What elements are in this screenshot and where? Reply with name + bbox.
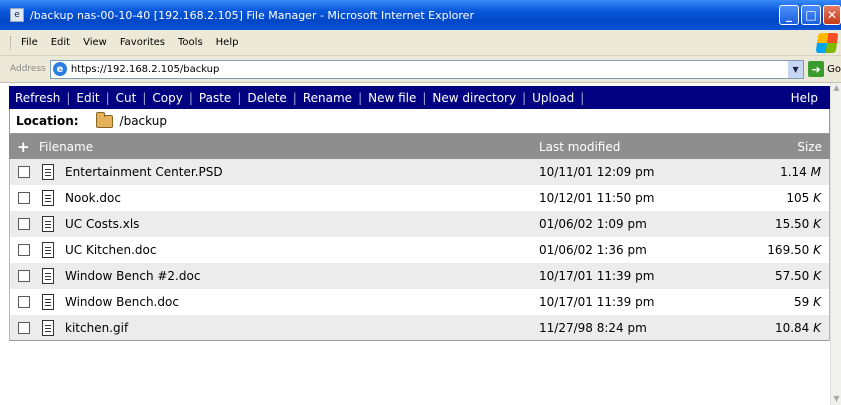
table-row[interactable]: Window Bench.doc 10/17/01 11:39 pm 59 K bbox=[9, 289, 830, 315]
menu-edit[interactable]: Edit bbox=[51, 37, 70, 48]
row-checkbox[interactable] bbox=[18, 166, 30, 178]
file-size: 1.14 M bbox=[780, 165, 821, 179]
windows-logo-icon bbox=[815, 33, 839, 53]
address-bar: Address e https://192.168.2.105/backup ▼… bbox=[0, 56, 841, 83]
file-size: 169.50 K bbox=[767, 243, 821, 257]
help-button[interactable]: Help bbox=[785, 91, 824, 105]
paste-button[interactable]: Paste bbox=[193, 91, 237, 105]
file-size: 57.50 K bbox=[774, 269, 821, 283]
document-icon bbox=[42, 319, 54, 336]
go-label[interactable]: Go bbox=[827, 64, 841, 75]
document-icon bbox=[42, 190, 54, 206]
file-size: 15.50 K bbox=[774, 217, 821, 231]
header-filename[interactable]: Filename bbox=[39, 140, 93, 154]
new-file-button[interactable]: New file bbox=[362, 91, 422, 105]
chevron-down-icon[interactable]: ▼ bbox=[788, 60, 804, 78]
separator: | bbox=[580, 90, 585, 105]
file-modified: 10/11/01 12:09 pm bbox=[539, 165, 655, 179]
menu-help[interactable]: Help bbox=[216, 37, 239, 48]
table-row[interactable]: UC Costs.xls 01/06/02 1:09 pm 15.50 K bbox=[9, 211, 830, 237]
ie-icon: e bbox=[52, 62, 67, 76]
file-modified: 11/27/98 8:24 pm bbox=[539, 320, 647, 335]
page-content: Refresh | Edit | Cut | Copy | Paste | Delete |… bbox=[0, 83, 841, 405]
cut-button[interactable]: Cut bbox=[110, 91, 143, 105]
document-icon bbox=[42, 294, 54, 310]
document-icon bbox=[42, 216, 54, 232]
folder-icon bbox=[95, 111, 113, 128]
address-label: Address bbox=[10, 64, 46, 74]
file-modified: 01/06/02 1:36 pm bbox=[539, 243, 647, 257]
menu-bar: File Edit View Favorites Tools Help bbox=[0, 30, 841, 56]
new-directory-button[interactable]: New directory bbox=[426, 91, 522, 105]
table-row[interactable]: Window Bench #2.doc 10/17/01 11:39 pm 57… bbox=[9, 263, 830, 289]
vertical-scrollbar[interactable]: ▲ ▼ bbox=[830, 83, 841, 405]
row-checkbox[interactable] bbox=[18, 296, 30, 308]
refresh-button[interactable]: Refresh bbox=[9, 91, 66, 105]
file-manager: Refresh | Edit | Cut | Copy | Paste | Delete |… bbox=[9, 86, 830, 341]
file-modified: 10/17/01 11:39 pm bbox=[539, 295, 655, 309]
location-path: /backup bbox=[119, 114, 167, 128]
go-arrow-icon[interactable]: ➜ bbox=[808, 61, 825, 77]
address-url[interactable]: https://192.168.2.105/backup bbox=[71, 64, 220, 75]
rename-button[interactable]: Rename bbox=[297, 91, 358, 105]
scroll-down-icon[interactable]: ▼ bbox=[831, 394, 841, 405]
file-name[interactable]: Nook.doc bbox=[65, 191, 121, 205]
copy-button[interactable]: Copy bbox=[146, 91, 188, 105]
table-row[interactable]: Entertainment Center.PSD 10/11/01 12:09 … bbox=[9, 159, 830, 185]
row-checkbox[interactable] bbox=[18, 244, 30, 256]
table-row[interactable]: kitchen.gif 11/27/98 8:24 pm 10.84 K bbox=[9, 315, 830, 341]
ie-page-icon: e bbox=[10, 8, 24, 22]
file-size: 59 K bbox=[794, 295, 821, 309]
row-checkbox[interactable] bbox=[18, 270, 30, 282]
document-icon bbox=[42, 268, 54, 284]
file-modified: 10/17/01 11:39 pm bbox=[539, 269, 655, 283]
row-checkbox[interactable] bbox=[18, 321, 30, 334]
document-icon bbox=[42, 164, 54, 180]
file-name[interactable]: UC Kitchen.doc bbox=[65, 243, 156, 257]
file-size: 105 K bbox=[786, 191, 821, 205]
location-bar: Location: /backup bbox=[9, 109, 830, 134]
file-name[interactable]: kitchen.gif bbox=[65, 321, 128, 335]
go-button[interactable]: ➜ Go bbox=[808, 61, 841, 77]
row-checkbox[interactable] bbox=[18, 218, 30, 230]
window-titlebar: e /backup nas-00-10-40 [192.168.2.105] F… bbox=[0, 0, 841, 30]
delete-button[interactable]: Delete bbox=[241, 91, 292, 105]
header-modified[interactable]: Last modified bbox=[539, 140, 620, 154]
table-row[interactable]: Nook.doc 10/12/01 11:50 pm 105 K bbox=[9, 185, 830, 211]
row-checkbox[interactable] bbox=[18, 192, 30, 204]
menu-tools[interactable]: Tools bbox=[178, 37, 203, 48]
location-label: Location: bbox=[16, 114, 79, 128]
file-modified: 01/06/02 1:09 pm bbox=[539, 217, 647, 231]
close-button[interactable]: ✕ bbox=[823, 5, 841, 25]
upload-button[interactable]: Upload bbox=[526, 91, 580, 105]
file-name[interactable]: Window Bench.doc bbox=[65, 295, 179, 309]
window-title: /backup nas-00-10-40 [192.168.2.105] Fil… bbox=[30, 8, 474, 22]
menu-file[interactable]: File bbox=[21, 37, 38, 48]
edit-button[interactable]: Edit bbox=[70, 91, 105, 105]
table-row[interactable]: UC Kitchen.doc 01/06/02 1:36 pm 169.50 K bbox=[9, 237, 830, 263]
file-name[interactable]: Entertainment Center.PSD bbox=[65, 165, 223, 179]
toolbar-grip bbox=[10, 35, 13, 50]
file-table-header: + Filename Last modified Size bbox=[9, 134, 830, 159]
menu-view[interactable]: View bbox=[83, 37, 107, 48]
file-name[interactable]: Window Bench #2.doc bbox=[65, 269, 200, 283]
file-toolbar: Refresh | Edit | Cut | Copy | Paste | Delete |… bbox=[9, 86, 830, 109]
minimize-button[interactable]: _ bbox=[779, 5, 799, 25]
menu-favorites[interactable]: Favorites bbox=[120, 37, 165, 48]
expand-all-button[interactable]: + bbox=[17, 138, 33, 156]
scroll-up-icon[interactable]: ▲ bbox=[831, 83, 841, 94]
document-icon bbox=[42, 242, 54, 258]
file-name[interactable]: UC Costs.xls bbox=[65, 217, 139, 231]
file-size: 10.84 K bbox=[774, 320, 821, 335]
header-size[interactable]: Size bbox=[797, 140, 822, 154]
maximize-button[interactable]: □ bbox=[801, 5, 821, 25]
address-input[interactable]: e https://192.168.2.105/backup ▼ bbox=[49, 59, 805, 79]
file-modified: 10/12/01 11:50 pm bbox=[539, 191, 655, 205]
